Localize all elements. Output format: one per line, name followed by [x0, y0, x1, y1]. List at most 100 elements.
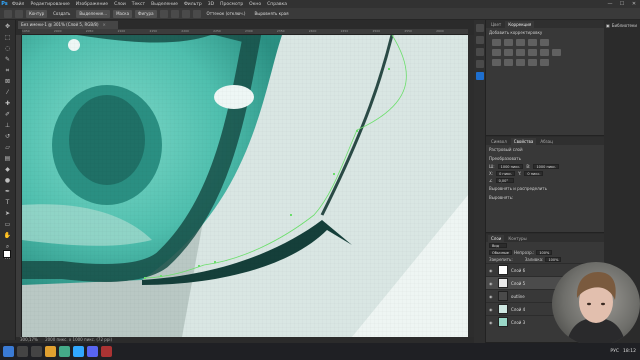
layer-name[interactable]: outline [511, 294, 525, 299]
gradient-tool-icon[interactable]: ▤ [3, 155, 13, 163]
exposure-icon[interactable] [528, 39, 537, 46]
channel-mixer-icon[interactable] [540, 49, 549, 56]
photo-filter-icon[interactable] [528, 49, 537, 56]
layer-name[interactable]: Слой 5 [511, 281, 525, 286]
menu-item[interactable]: Текст [129, 2, 148, 7]
visibility-eye-icon[interactable]: ◉ [489, 320, 495, 325]
close-button[interactable]: ✕ [628, 1, 640, 7]
menu-item[interactable]: Файл [9, 2, 27, 7]
frame-tool-icon[interactable]: ⊠ [3, 78, 13, 86]
curves-icon[interactable] [516, 39, 525, 46]
path-arrange-icon[interactable] [181, 9, 190, 18]
align-section-title[interactable]: Выровнять и распределить [486, 184, 604, 193]
transform-section-title[interactable]: Преобразовать [486, 154, 604, 163]
maximize-button[interactable]: ☐ [616, 1, 628, 7]
layer-filter-select[interactable]: Вид [489, 243, 507, 248]
history-brush-tool-icon[interactable]: ↺ [3, 133, 13, 141]
width-field[interactable]: 1000 пикс. [497, 164, 524, 169]
selection-button[interactable]: Выделение... [76, 9, 111, 18]
file-explorer-icon[interactable] [45, 346, 56, 357]
search-icon[interactable] [17, 346, 28, 357]
eraser-tool-icon[interactable]: ▱ [3, 144, 13, 152]
mask-button[interactable]: Маска [113, 9, 133, 18]
play-icon[interactable] [475, 24, 484, 32]
obs-icon[interactable] [101, 346, 112, 357]
vibrance-icon[interactable] [540, 39, 549, 46]
zoom-readout[interactable]: 300,17% [20, 337, 38, 342]
blend-mode-select[interactable]: Обычные [489, 250, 512, 255]
marquee-tool-icon[interactable]: ⬚ [3, 34, 13, 42]
brightness-icon[interactable] [492, 39, 501, 46]
quick-select-tool-icon[interactable]: ✎ [3, 56, 13, 64]
crop-tool-icon[interactable]: ⌗ [3, 67, 13, 75]
y-field[interactable]: 0 пикс. [524, 171, 544, 176]
path-mode-select[interactable]: Контур [26, 9, 48, 18]
opacity-field[interactable]: 100% [536, 250, 553, 255]
layer-name[interactable]: Слой 3 [511, 320, 525, 325]
tab-character[interactable]: Символ [488, 138, 510, 145]
menu-item[interactable]: Окно [246, 2, 264, 7]
history-icon[interactable] [475, 36, 484, 44]
threshold-icon[interactable] [516, 59, 525, 66]
angle-field[interactable]: 0,00° [495, 178, 514, 183]
make-label[interactable]: Создать [50, 10, 73, 18]
menu-item[interactable]: Справка [264, 2, 290, 7]
task-view-icon[interactable] [31, 346, 42, 357]
info-icon[interactable] [475, 72, 484, 80]
photoshop-taskbar-icon[interactable] [73, 346, 84, 357]
brush-settings-icon[interactable] [475, 48, 484, 56]
shape-button[interactable]: Фигура [135, 9, 157, 18]
color-lookup-icon[interactable] [552, 49, 561, 56]
gear-icon[interactable] [192, 9, 201, 18]
language-indicator[interactable]: РУС [610, 349, 619, 354]
align-edges-checkbox[interactable]: Выровнять края [251, 10, 291, 18]
invert-icon[interactable] [492, 59, 501, 66]
menu-item[interactable]: Выделение [148, 2, 181, 7]
discord-icon[interactable] [87, 346, 98, 357]
dodge-tool-icon[interactable]: ● [3, 177, 13, 185]
tab-color[interactable]: Цвет [488, 21, 504, 28]
height-field[interactable]: 1000 пикс. [533, 164, 560, 169]
x-field[interactable]: 0 пикс. [496, 171, 516, 176]
layer-name[interactable]: Слой 6 [511, 268, 525, 273]
path-selection-tool-icon[interactable]: ➤ [3, 210, 13, 218]
lasso-tool-icon[interactable]: ◌ [3, 45, 13, 53]
foreground-color-swatch[interactable] [3, 250, 11, 258]
menu-item[interactable]: Просмотр [217, 2, 246, 7]
clock[interactable]: 18:12 [623, 349, 636, 354]
libraries-button[interactable]: ▣ Библиотеки [604, 20, 640, 31]
path-align-icon[interactable] [170, 9, 179, 18]
gradient-map-icon[interactable] [528, 59, 537, 66]
windows-start-icon[interactable] [3, 346, 14, 357]
pen-tool-icon[interactable]: ✒ [3, 188, 13, 196]
move-tool-icon[interactable]: ✥ [3, 23, 13, 31]
tab-layers[interactable]: Слои [488, 235, 505, 242]
rubber-band-option[interactable]: Оттенок (отключ.) [204, 10, 249, 18]
healing-brush-tool-icon[interactable]: ✚ [3, 100, 13, 108]
visibility-eye-icon[interactable]: ◉ [489, 268, 495, 273]
black-white-icon[interactable] [516, 49, 525, 56]
tab-adjustments[interactable]: Коррекция [505, 21, 535, 28]
posterize-icon[interactable] [504, 59, 513, 66]
levels-icon[interactable] [504, 39, 513, 46]
eyedropper-tool-icon[interactable]: ⁄ [3, 89, 13, 97]
menu-item[interactable]: 3D [205, 2, 217, 7]
menu-item[interactable]: Изображение [73, 2, 111, 7]
hand-tool-icon[interactable]: ✋ [3, 232, 13, 240]
menu-item[interactable]: Фильтр [181, 2, 205, 7]
fill-field[interactable]: 100% [545, 257, 562, 262]
path-ops-icon[interactable] [159, 9, 168, 18]
layer-name[interactable]: Слой 4 [511, 307, 525, 312]
visibility-eye-icon[interactable]: ◉ [489, 294, 495, 299]
document-canvas[interactable] [22, 35, 468, 337]
menu-item[interactable]: Слои [111, 2, 129, 7]
hue-saturation-icon[interactable] [492, 49, 501, 56]
tab-properties[interactable]: Свойства [510, 138, 537, 145]
document-tab[interactable]: Без имени-1 @ 301% (Слой 5, RGB/8) × [18, 21, 118, 29]
tab-paths[interactable]: Контуры [505, 235, 529, 242]
selective-color-icon[interactable] [540, 59, 549, 66]
swatches-icon[interactable] [475, 60, 484, 68]
tab-paragraph[interactable]: Абзац [537, 138, 556, 145]
blur-tool-icon[interactable]: ◆ [3, 166, 13, 174]
shape-tool-icon[interactable]: ▭ [3, 221, 13, 229]
